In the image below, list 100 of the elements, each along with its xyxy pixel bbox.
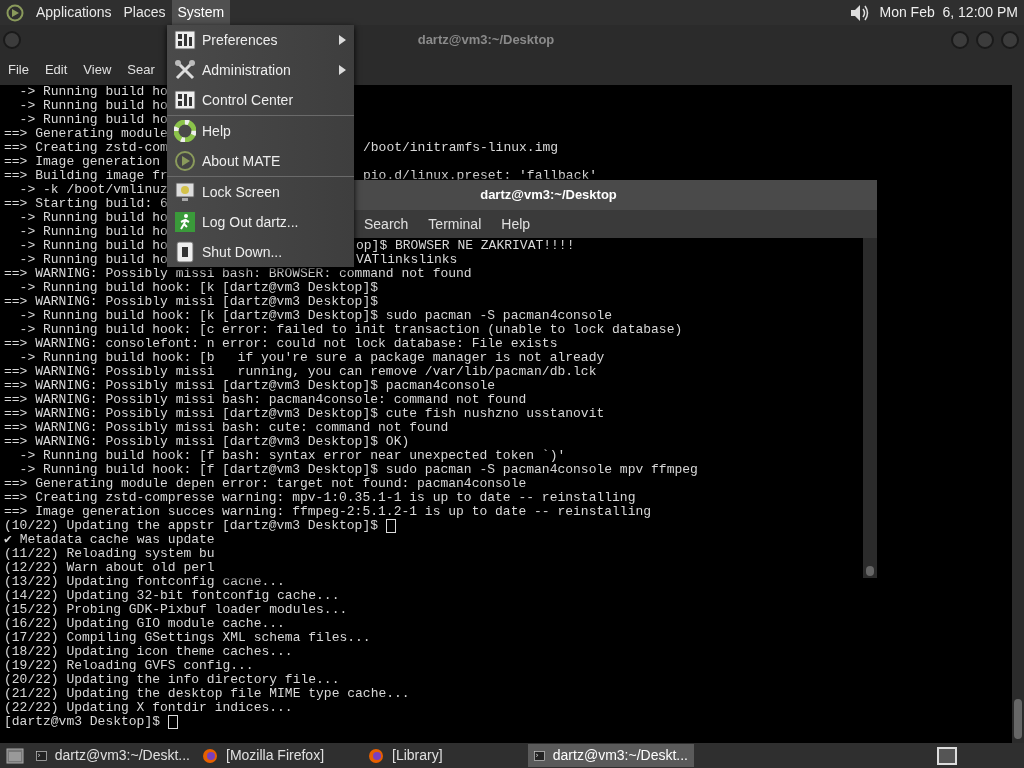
minimize-button[interactable] — [950, 30, 970, 50]
panel-menu[interactable]: Applications — [30, 0, 118, 25]
terminal-line: [dartz@vm3 Desktop]$ sudo pacman -S pacman4console mpv ffmpeg — [222, 462, 698, 477]
terminal-line: ==> Creating zstd-compresse — [4, 490, 215, 505]
terminal-line: (18/22) Updating icon theme caches... — [4, 644, 293, 659]
menu-item[interactable]: Preferences — [167, 25, 354, 55]
about-icon — [174, 150, 196, 172]
menu-item[interactable]: Administration — [167, 55, 354, 85]
terminal-line: (10/22) Updating the appstr — [4, 518, 215, 533]
scrollbar[interactable] — [863, 238, 877, 578]
terminal-line: (20/22) Updating the info directory file... — [4, 672, 340, 687]
terminal-line: [dartz@vm3 Desktop]$ OK) — [222, 434, 410, 449]
terminal-line: [dartz@vm3 Desktop]$ — [222, 280, 379, 295]
taskbar-button[interactable]: [Library] — [362, 744, 528, 767]
terminal-line: bash: BROWSER: command not found — [222, 266, 472, 281]
lock-screen-icon — [174, 181, 196, 203]
menu-item[interactable]: File — [0, 60, 37, 80]
terminal-line: ==> WARNING: Possibly missi — [4, 406, 215, 421]
terminal-line: VATlinkslinks — [356, 252, 458, 267]
terminal-line: ==> Starting build: 6 — [4, 196, 168, 211]
terminal-line: -> Running build hook: [f — [18, 448, 215, 463]
clock[interactable]: Mon Feb 6, 12:00 PM — [879, 2, 1018, 23]
terminal-line: (17/22) Compiling GSettings XML schema files... — [4, 630, 371, 645]
menu-item[interactable]: Search — [354, 213, 419, 235]
globe-icon — [368, 747, 384, 764]
terminal-line: ==> Generating module — [4, 126, 168, 141]
menu-item[interactable]: Log Out dartz... — [167, 207, 354, 237]
terminal-line: -> Running build hook: [b — [18, 350, 215, 365]
terminal-line: (11/22) Reloading system bu — [4, 546, 215, 561]
terminal-line: [dartz@vm3 Desktop]$ pacman4console — [222, 378, 496, 393]
logo-icon[interactable] — [6, 3, 24, 22]
menu-item[interactable]: View — [75, 60, 120, 80]
close-button[interactable] — [1000, 30, 1020, 50]
terminal-line: ==> WARNING: Possibly missi — [4, 392, 215, 407]
globe-icon — [202, 747, 218, 764]
terminal-line: pio.d/linux.preset: 'fallback' — [363, 169, 598, 183]
terminal-line: [dartz@vm3 Desktop]$ sudo pacman -S pacman4console — [222, 308, 613, 323]
window-title: dartz@vm3:~/Desktop — [480, 186, 617, 205]
terminal-line: ==> Image generation — [4, 154, 161, 169]
terminal-line: (19/22) Reloading GVFS config... — [4, 658, 254, 673]
terminal-line: ==> WARNING: Possibly missi — [4, 420, 215, 435]
menu-item[interactable]: About MATE — [167, 146, 354, 176]
terminal-line: op]$ BROWSER NE ZAKRIVAT!!!! — [356, 238, 575, 253]
terminal-line: -> Running build ho — [18, 252, 168, 267]
terminal-line: ==> WARNING: Possibly missi — [4, 378, 215, 393]
terminal-line: ==> WARNING: Possibly missi — [4, 364, 215, 379]
show-desktop-icon[interactable] — [6, 747, 24, 764]
terminal-line: ==> WARNING: Possibly missi — [4, 294, 215, 309]
menu-item[interactable]: Edit — [36, 60, 76, 80]
taskbar-button[interactable]: dartz@vm3:~/Deskt... — [30, 744, 196, 767]
terminal-line: bash: cute: command not found — [222, 420, 449, 435]
terminal-line: -> Running build hook: [c — [18, 322, 215, 337]
terminal-line: error: failed to init transaction (unable to lock database) — [222, 322, 683, 337]
menu-item[interactable]: Sear — [119, 60, 163, 80]
terminal-line: (22/22) Updating X fontdir indices... — [4, 700, 293, 715]
terminal-line: (16/22) Updating GIO module cache... — [4, 616, 285, 631]
terminal-line: -> Running build hook: [k — [18, 308, 215, 323]
workspace-switcher[interactable] — [937, 746, 957, 765]
menu-item[interactable]: Control Center — [167, 85, 354, 115]
menu-item[interactable]: Terminal — [418, 213, 492, 235]
terminal-line: [dartz@vm3 Desktop]$ — [4, 714, 162, 730]
terminal-line: ==> Creating zstd-com — [4, 140, 168, 155]
terminal-line: ==> Generating module depen — [4, 476, 215, 491]
terminal-line: -> Running build hook: [k — [18, 280, 215, 295]
terminal-line: -> Running build hook: [f — [18, 462, 215, 477]
menu-item[interactable]: Shut Down... — [167, 237, 354, 267]
taskbar-button[interactable]: [Mozilla Firefox] — [196, 744, 362, 767]
terminal-line: [dartz@vm3 Desktop]$ — [222, 294, 379, 309]
panel-menu[interactable]: Places — [117, 0, 172, 25]
help-icon — [174, 120, 196, 142]
terminal-icon — [36, 748, 47, 763]
control-panel-icon — [174, 90, 196, 110]
terminal-line: -> Running build ho — [18, 98, 168, 113]
terminal-line: warning: ffmpeg-2:5.1.2-1 is up to date -- reinstalling — [222, 504, 652, 519]
terminal-icon — [534, 748, 545, 763]
menu-item[interactable]: Help — [491, 213, 541, 235]
exit-icon — [174, 211, 196, 233]
maximize-button[interactable] — [975, 30, 995, 50]
panel-menu[interactable]: System — [171, 0, 231, 25]
terminal-line: ✔ Metadata cache was update — [4, 532, 215, 547]
taskbar-button[interactable]: dartz@vm3:~/Deskt... — [528, 744, 694, 767]
tools-icon — [174, 59, 196, 81]
terminal-line: [dartz@vm3 Desktop]$ cute fish nushzno usstanovit — [222, 406, 605, 421]
terminal-line: ==> WARNING: consolefont: n — [4, 336, 215, 351]
terminal-line: -> Running build ho — [18, 238, 168, 253]
terminal-line: bash: pacman4console: command not found — [222, 392, 527, 407]
terminal-line: -> Running build ho — [18, 84, 168, 99]
menu-item[interactable]: Lock Screen — [167, 177, 354, 207]
window-menu-button[interactable] — [2, 30, 22, 50]
terminal-line: (12/22) Warn about old perl — [4, 560, 215, 575]
terminal-line: -> Running build ho — [18, 210, 168, 225]
menu-item[interactable]: Help — [167, 116, 354, 146]
terminal-line: error: could not lock database: File exists — [222, 336, 558, 351]
terminal-line: if you're sure a package manager is not already — [236, 350, 605, 365]
scrollbar[interactable] — [1012, 85, 1024, 743]
terminal-line: /boot/initramfs-linux.img — [363, 141, 559, 155]
terminal-line: -> -k /boot/vmlinuz — [18, 182, 168, 197]
terminal-line: bash: syntax error near unexpected token `)' — [222, 448, 566, 463]
terminal-line: warning: mpv-1:0.35.1-1 is up to date -- reinstalling — [222, 490, 636, 505]
terminal-line: ==> WARNING: Possibly missi — [4, 434, 215, 449]
